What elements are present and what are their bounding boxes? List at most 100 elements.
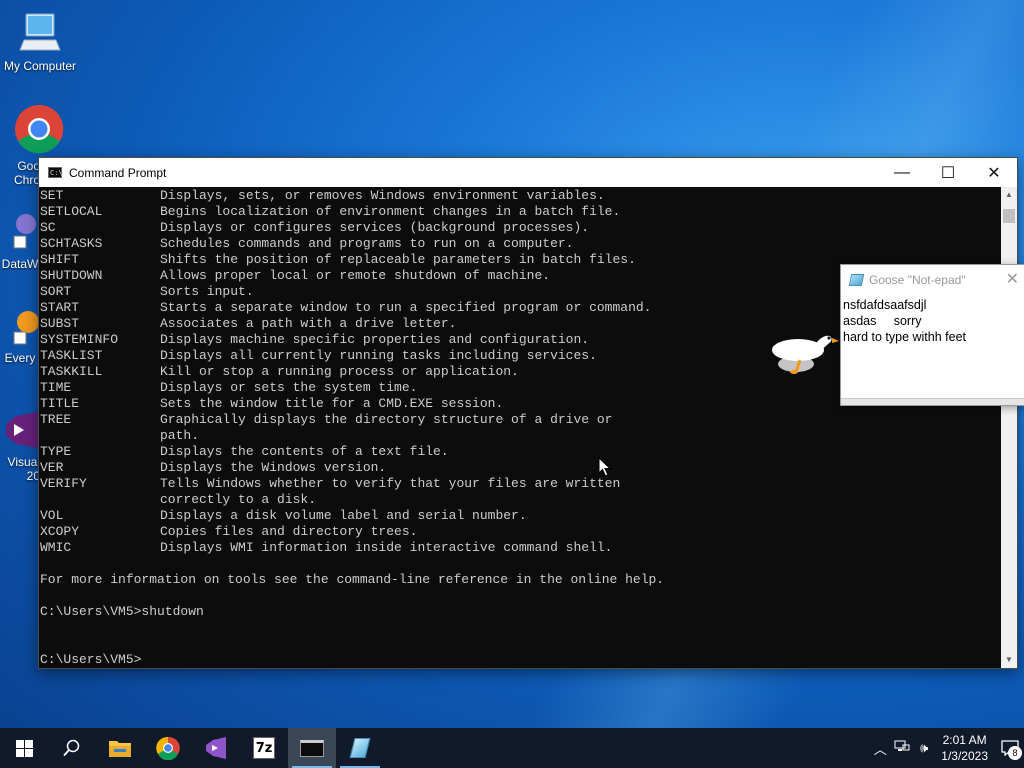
desktop-icon-my-computer[interactable]: My Computer xyxy=(0,10,80,73)
minimize-button[interactable]: — xyxy=(879,158,925,187)
console-output[interactable]: SET Displays, sets, or removes Windows en… xyxy=(39,187,1001,668)
computer-icon xyxy=(19,13,61,51)
command-description: Kill or stop a running process or applic… xyxy=(160,364,519,379)
command-description: Displays, sets, or removes Windows envir… xyxy=(160,188,605,203)
command-prompt-icon xyxy=(300,739,324,757)
desktop-icon-datawrangler[interactable]: DataW xyxy=(0,212,40,271)
scroll-up-arrow-icon[interactable]: ▲ xyxy=(1001,187,1017,203)
command-description: Shifts the position of replaceable param… xyxy=(160,252,636,267)
command-description: Starts a separate window to run a specif… xyxy=(160,300,652,315)
taskbar-file-explorer[interactable] xyxy=(96,728,144,768)
command-prompt-window[interactable]: C:\ Command Prompt — ☐ ✕ SET Displays, se… xyxy=(38,157,1018,669)
command-name: SETLOCAL xyxy=(40,204,103,219)
command-name: XCOPY xyxy=(40,524,80,539)
console-line: SCHTASKS Schedules commands and programs … xyxy=(40,236,1001,252)
desktop-icon-everything[interactable]: Every xyxy=(0,306,40,365)
command-description: Schedules commands and programs to run o… xyxy=(160,236,574,251)
console-line: WMIC Displays WMI information inside inte… xyxy=(40,540,1001,556)
close-button[interactable]: ✕ xyxy=(971,158,1017,187)
everything-search-icon xyxy=(13,311,39,345)
command-name: SHIFT xyxy=(40,252,80,267)
notification-count-badge: 8 xyxy=(1008,746,1022,760)
windows-start-icon xyxy=(15,739,33,757)
console-line: TYPE Displays the contents of a text file… xyxy=(40,444,1001,460)
command-prompt-titlebar[interactable]: C:\ Command Prompt — ☐ ✕ xyxy=(39,158,1017,187)
taskbar-command-prompt[interactable] xyxy=(288,728,336,768)
scrollbar-thumb[interactable] xyxy=(1003,209,1015,223)
volume-icon[interactable]: 🕪 xyxy=(913,740,935,756)
desktop-icon-label: Visual 20 xyxy=(7,455,40,483)
notepad-icon xyxy=(848,273,865,286)
command-name: VERIFY xyxy=(40,476,87,491)
chevron-up-icon[interactable]: ︿ xyxy=(869,739,891,758)
command-name: TIME xyxy=(40,380,72,395)
command-description: Tells Windows whether to verify that you… xyxy=(160,476,621,491)
vertical-scrollbar[interactable]: ▲ ▼ xyxy=(1001,187,1017,668)
7zip-icon: 7z xyxy=(253,737,275,759)
console-line: TREE Graphically displays the directory s… xyxy=(40,412,1001,428)
search-icon xyxy=(63,739,80,757)
command-description: Displays or configures services (backgro… xyxy=(160,220,590,235)
clock-date: 1/3/2023 xyxy=(941,749,988,763)
command-name: VER xyxy=(40,460,64,475)
mouse-cursor-icon xyxy=(598,457,612,477)
console-line: VOL Displays a disk volume label and seri… xyxy=(40,508,1001,524)
goose-notepad-window[interactable]: Goose "Not-epad" ✕ nsfdafdsaafsdjl asdas… xyxy=(840,264,1024,406)
command-description: Allows proper local or remote shutdown o… xyxy=(160,268,551,283)
command-name: TASKLIST xyxy=(40,348,103,363)
command-name: WMIC xyxy=(40,540,72,555)
desktop-goose-icon[interactable] xyxy=(770,328,840,376)
command-description: Displays WMI information inside interact… xyxy=(160,540,613,555)
window-title: Command Prompt xyxy=(69,165,167,180)
notepad-icon xyxy=(349,738,371,758)
command-name: SC xyxy=(40,220,56,235)
taskbar-chrome[interactable] xyxy=(144,728,192,768)
entered-command: C:\Users\VM5>shutdown xyxy=(40,604,204,619)
command-name: SCHTASKS xyxy=(40,236,103,251)
close-button[interactable]: ✕ xyxy=(1006,269,1019,289)
taskbar-7zip[interactable]: 7z xyxy=(240,728,288,768)
command-name: SUBST xyxy=(40,316,80,331)
search-button[interactable] xyxy=(48,728,96,768)
desktop-icon-label: DataW xyxy=(1,257,39,271)
maximize-button[interactable]: ☐ xyxy=(925,158,971,187)
datawrangler-icon xyxy=(13,214,36,249)
command-name: TREE xyxy=(40,412,72,427)
desktop-icon-label: Every xyxy=(4,351,36,365)
clock-time: 2:01 AM xyxy=(942,733,987,747)
visual-studio-icon xyxy=(206,737,226,759)
console-line: VER Displays the Windows version. xyxy=(40,460,1001,476)
command-description: Copies files and directory trees. xyxy=(160,524,418,539)
network-icon[interactable] xyxy=(891,740,913,757)
command-description: Sets the window title for a CMD.EXE sess… xyxy=(160,396,504,411)
command-name: START xyxy=(40,300,80,315)
action-center-button[interactable]: 8 xyxy=(996,728,1024,768)
console-line: VERIFY Tells Windows whether to verify th… xyxy=(40,476,1001,492)
command-description: Displays machine specific properties and… xyxy=(160,332,590,347)
desktop-icon-google-chrome[interactable]: Goo Chro xyxy=(0,104,64,187)
console-line: correctly to a disk. xyxy=(40,492,1001,508)
console-line: SC Displays or configures services (backg… xyxy=(40,220,1001,236)
command-description: Graphically displays the directory struc… xyxy=(160,412,613,427)
desktop-icon-visual-studio[interactable]: Visual 20 xyxy=(0,410,40,483)
notepad-titlebar[interactable]: Goose "Not-epad" ✕ xyxy=(841,265,1024,294)
command-description: correctly to a disk. xyxy=(160,492,317,507)
chrome-icon xyxy=(15,104,64,154)
command-description: Displays a disk volume label and serial … xyxy=(160,508,527,523)
command-name: SHUTDOWN xyxy=(40,268,103,283)
taskbar-visual-studio[interactable] xyxy=(192,728,240,768)
notepad-text-area[interactable]: nsfdafdsaafsdjl asdas sorry hard to type… xyxy=(843,297,966,345)
taskbar-notepad[interactable] xyxy=(336,728,384,768)
console-line: XCOPY Copies files and directory trees. xyxy=(40,524,1001,540)
command-name: SORT xyxy=(40,284,72,299)
clock[interactable]: 2:01 AM 1/3/2023 xyxy=(941,732,988,764)
command-description: path. xyxy=(160,428,200,443)
command-name xyxy=(40,428,160,444)
scroll-down-arrow-icon[interactable]: ▼ xyxy=(1001,652,1017,668)
start-button[interactable] xyxy=(0,728,48,768)
command-description: Displays the contents of a text file. xyxy=(160,444,449,459)
taskbar: 7z ︿ 🕪 2:01 AM 1/3/2023 8 xyxy=(0,728,1024,768)
